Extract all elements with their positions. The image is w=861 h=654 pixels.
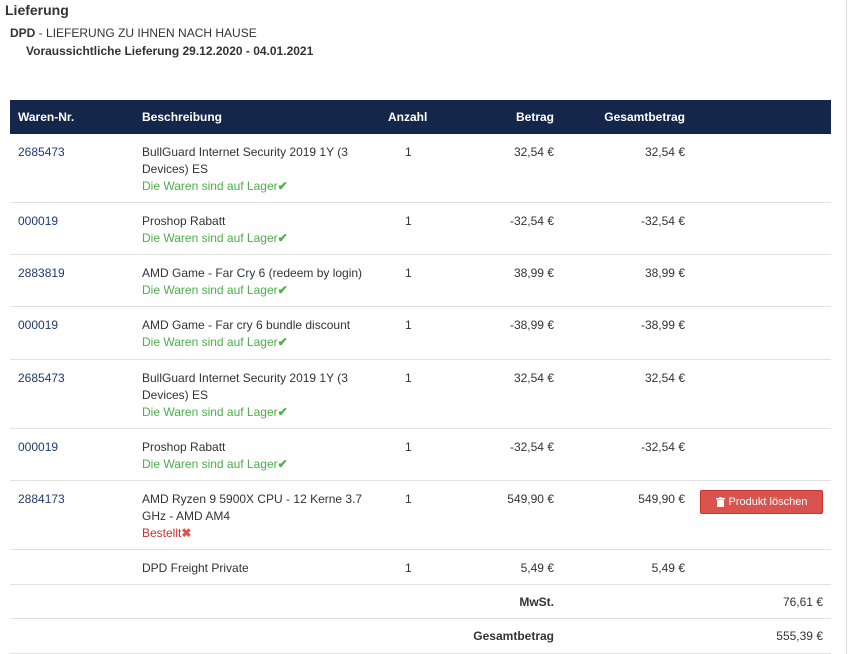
grand-total-value: 555,39 € (776, 629, 823, 643)
stock-status-label: Die Waren sind auf Lager (142, 405, 278, 419)
item-number: 2685473 (18, 145, 65, 159)
item-price: -38,99 € (509, 318, 554, 332)
vat-row: MwSt. 76,61 € (10, 585, 831, 619)
stock-status: Die Waren sind auf Lager✔ (142, 334, 374, 351)
item-quantity: 1 (405, 266, 412, 280)
vat-value: 76,61 € (782, 595, 823, 609)
item-price: -32,54 € (509, 214, 554, 228)
check-icon: ✔ (277, 179, 288, 193)
item-number: 000019 (18, 440, 59, 454)
stock-status-label: Die Waren sind auf Lager (142, 231, 278, 245)
stock-status-label: Die Waren sind auf Lager (142, 179, 278, 193)
item-quantity: 1 (405, 145, 412, 159)
table-header: Waren-Nr. Beschreibung Anzahl Betrag Ges… (10, 100, 831, 134)
item-quantity: 1 (405, 561, 412, 575)
item-description-cell: Proshop Rabatt Die Waren sind auf Lager✔ (142, 439, 374, 473)
table-row: 000019 Proshop Rabatt Die Waren sind auf… (10, 203, 831, 255)
stock-status-label: Die Waren sind auf Lager (142, 283, 278, 297)
table-row: DPD Freight Private 1 5,49 € 5,49 € (10, 550, 831, 585)
shipping-method-label: LIEFERUNG ZU IHNEN NACH HAUSE (46, 26, 257, 40)
col-header-nr: Waren-Nr. (18, 110, 75, 124)
item-description: AMD Game - Far cry 6 bundle discount (142, 318, 351, 332)
check-icon: ✔ (277, 457, 288, 471)
item-description-cell: DPD Freight Private (142, 560, 374, 577)
item-description-cell: BullGuard Internet Security 2019 1Y (3 D… (142, 144, 374, 195)
col-header-desc: Beschreibung (142, 110, 223, 124)
check-icon: ✔ (277, 283, 288, 297)
item-description-cell: AMD Game - Far Cry 6 (redeem by login) D… (142, 265, 374, 299)
carrier-name: DPD (10, 26, 36, 40)
check-icon: ✔ (277, 405, 288, 419)
section-title: Lieferung (5, 2, 69, 18)
item-total: -32,54 € (640, 440, 685, 454)
delete-product-label: Produkt löschen (728, 496, 808, 508)
frame-border (846, 0, 847, 654)
order-status: Bestellt✖ (142, 525, 374, 542)
item-description: AMD Ryzen 9 5900X CPU - 12 Kerne 3.7 GHz… (142, 492, 363, 523)
carrier-separator: - (35, 26, 47, 40)
item-quantity: 1 (405, 440, 412, 454)
item-price: 32,54 € (513, 145, 554, 159)
table-row: 2884173 AMD Ryzen 9 5900X CPU - 12 Kerne… (10, 481, 831, 550)
item-price: -32,54 € (509, 440, 554, 454)
col-header-total: Gesamtbetrag (604, 110, 685, 124)
item-description-cell: Proshop Rabatt Die Waren sind auf Lager✔ (142, 213, 374, 247)
item-description: DPD Freight Private (142, 561, 249, 575)
vat-label: MwSt. (519, 595, 554, 609)
item-price: 38,99 € (513, 266, 554, 280)
grand-total-label: Gesamtbetrag (473, 629, 554, 643)
item-description-cell: AMD Ryzen 9 5900X CPU - 12 Kerne 3.7 GHz… (142, 491, 374, 542)
check-icon: ✔ (277, 231, 288, 245)
item-number: 000019 (18, 214, 59, 228)
table-row: 2883819 AMD Game - Far Cry 6 (redeem by … (10, 255, 831, 307)
table-row: 000019 AMD Game - Far cry 6 bundle disco… (10, 307, 831, 360)
item-quantity: 1 (405, 214, 412, 228)
item-quantity: 1 (405, 318, 412, 332)
stock-status: Die Waren sind auf Lager✔ (142, 404, 374, 421)
item-total: 549,90 € (638, 492, 685, 506)
table-row: 000019 Proshop Rabatt Die Waren sind auf… (10, 429, 831, 481)
item-description: Proshop Rabatt (142, 440, 226, 454)
item-number: 2883819 (18, 266, 65, 280)
item-number: 000019 (18, 318, 59, 332)
stock-status: Die Waren sind auf Lager✔ (142, 456, 374, 473)
item-total: -38,99 € (640, 318, 685, 332)
stock-status: Die Waren sind auf Lager✔ (142, 178, 374, 195)
shipping-method: DPD - LIEFERUNG ZU IHNEN NACH HAUSE (10, 26, 257, 40)
item-price: 5,49 € (520, 561, 554, 575)
estimated-delivery: Voraussichtliche Lieferung 29.12.2020 - … (26, 44, 314, 58)
item-quantity: 1 (405, 492, 412, 506)
col-header-qty: Anzahl (388, 110, 428, 124)
item-total: 32,54 € (644, 145, 685, 159)
item-description-cell: BullGuard Internet Security 2019 1Y (3 D… (142, 370, 374, 421)
table-row: 2685473 BullGuard Internet Security 2019… (10, 134, 831, 203)
item-total: 32,54 € (644, 371, 685, 385)
item-total: -32,54 € (640, 214, 685, 228)
item-description: BullGuard Internet Security 2019 1Y (3 D… (142, 145, 348, 176)
stock-status-label: Die Waren sind auf Lager (142, 457, 278, 471)
item-total: 38,99 € (644, 266, 685, 280)
col-header-price: Betrag (515, 110, 554, 124)
item-price: 549,90 € (507, 492, 554, 506)
order-table: Waren-Nr. Beschreibung Anzahl Betrag Ges… (10, 100, 831, 654)
delete-product-button[interactable]: Produkt löschen (700, 490, 823, 514)
item-total: 5,49 € (651, 561, 685, 575)
grand-total-row: Gesamtbetrag 555,39 € (10, 619, 831, 654)
check-icon: ✔ (277, 335, 288, 349)
stock-status-label: Die Waren sind auf Lager (142, 335, 278, 349)
table-row: 2685473 BullGuard Internet Security 2019… (10, 360, 831, 429)
item-quantity: 1 (405, 371, 412, 385)
item-description: AMD Game - Far Cry 6 (redeem by login) (142, 266, 363, 280)
item-number: 2884173 (18, 492, 65, 506)
item-description: Proshop Rabatt (142, 214, 226, 228)
cross-icon: ✖ (181, 526, 192, 540)
item-number: 2685473 (18, 371, 65, 385)
item-price: 32,54 € (513, 371, 554, 385)
trash-icon (715, 497, 725, 507)
item-description: BullGuard Internet Security 2019 1Y (3 D… (142, 371, 348, 402)
stock-status: Die Waren sind auf Lager✔ (142, 230, 374, 247)
order-status-label: Bestellt (142, 526, 182, 540)
item-description-cell: AMD Game - Far cry 6 bundle discount Die… (142, 317, 374, 351)
stock-status: Die Waren sind auf Lager✔ (142, 282, 374, 299)
